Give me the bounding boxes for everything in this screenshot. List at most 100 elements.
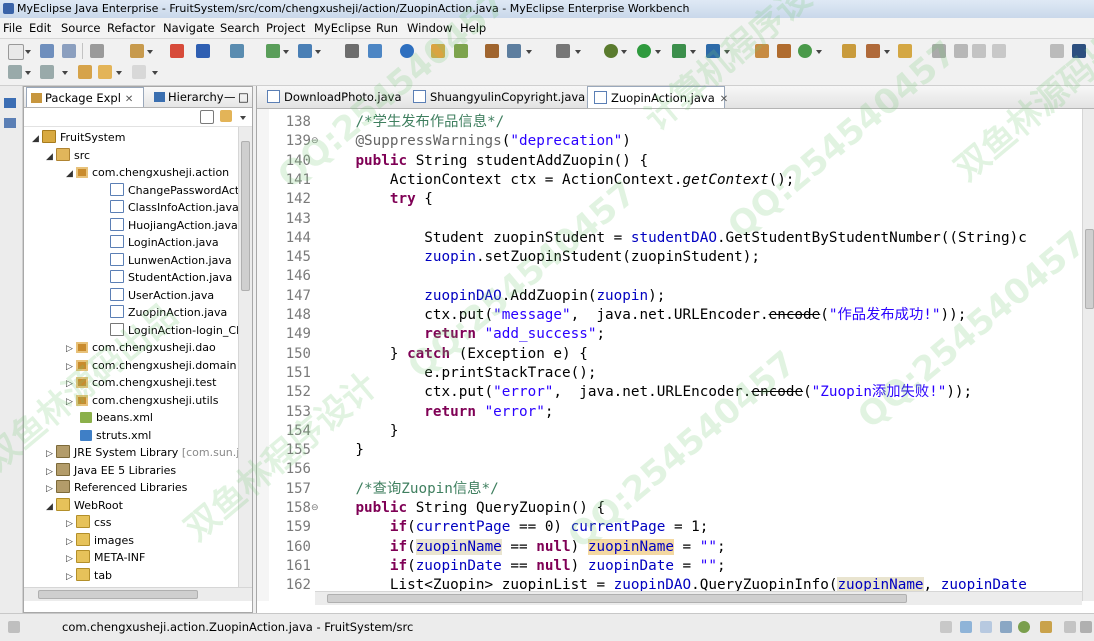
new-package-icon[interactable] bbox=[777, 44, 791, 58]
block-select-icon[interactable] bbox=[972, 44, 986, 58]
expand-arrow-icon[interactable]: ▷ bbox=[66, 376, 74, 393]
tree-item[interactable]: LoginAction-login_Check bbox=[110, 322, 238, 339]
database-icon[interactable] bbox=[368, 44, 382, 58]
save-icon[interactable] bbox=[40, 44, 54, 58]
menu-help[interactable]: Help bbox=[460, 21, 486, 35]
tree-item[interactable]: HuojiangAction.java bbox=[110, 217, 238, 234]
maximize-view-button[interactable]: □ bbox=[238, 87, 250, 107]
forward-dropdown-icon[interactable] bbox=[152, 71, 158, 75]
prev-annotation-icon[interactable] bbox=[40, 65, 54, 79]
code-line[interactable]: if(zuopinDate == null) zuopinDate = ""; bbox=[321, 557, 726, 576]
code-line[interactable]: } catch (Exception e) { bbox=[321, 345, 588, 364]
tree-item[interactable]: LoginAction.java bbox=[110, 234, 219, 251]
web-project-icon[interactable] bbox=[170, 44, 184, 58]
menu-source[interactable]: Source bbox=[61, 21, 101, 35]
next-annotation-icon[interactable] bbox=[8, 65, 22, 79]
tree-scroll-thumb[interactable] bbox=[241, 141, 250, 291]
save-all-icon[interactable] bbox=[62, 44, 76, 58]
new-dropdown-2-icon[interactable] bbox=[816, 50, 822, 54]
menu-run[interactable]: Run bbox=[376, 21, 398, 35]
tree-item[interactable]: StudentAction.java bbox=[110, 269, 232, 286]
tree-item[interactable]: ▷ Java EE 5 Libraries bbox=[46, 462, 176, 479]
tab-hierarchy[interactable]: Hierarchy bbox=[150, 87, 224, 107]
prev-annotation-dropdown-icon[interactable] bbox=[62, 71, 68, 75]
expand-arrow-icon[interactable]: ▷ bbox=[66, 516, 74, 533]
open-resource-icon[interactable] bbox=[898, 44, 912, 58]
debug-dropdown-icon[interactable] bbox=[621, 50, 627, 54]
menu-project[interactable]: Project bbox=[266, 21, 305, 35]
code-line[interactable]: Student zuopinStudent = studentDAO.GetSt… bbox=[321, 229, 1027, 248]
refresh-icon[interactable] bbox=[454, 44, 468, 58]
open-folder-icon[interactable] bbox=[431, 44, 445, 58]
settings-icon[interactable] bbox=[507, 44, 521, 58]
tree-hscroll-thumb[interactable] bbox=[38, 590, 198, 599]
new-interface-icon[interactable] bbox=[798, 44, 812, 58]
expand-arrow-icon[interactable]: ▷ bbox=[66, 341, 74, 358]
editor-scroll-thumb[interactable] bbox=[1085, 229, 1094, 309]
tree-item[interactable]: ▷ tab bbox=[66, 567, 112, 583]
new-dropdown-icon[interactable] bbox=[25, 50, 31, 54]
status-icon-1[interactable] bbox=[940, 621, 952, 633]
server-icon[interactable] bbox=[196, 44, 210, 58]
deploy-icon[interactable] bbox=[345, 44, 359, 58]
view-menu-icon[interactable] bbox=[240, 116, 246, 120]
expand-arrow-icon[interactable]: ▷ bbox=[46, 481, 54, 498]
fast-view-icon[interactable] bbox=[8, 621, 20, 633]
status-icon-7[interactable] bbox=[1064, 621, 1076, 633]
last-edit-icon[interactable] bbox=[78, 65, 92, 79]
tree-item[interactable]: ▷ Referenced Libraries bbox=[46, 479, 187, 496]
search-tool-dropdown-icon[interactable] bbox=[884, 50, 890, 54]
fold-collapse-icon[interactable]: ⊖ bbox=[311, 499, 319, 518]
tree-item[interactable]: ◢ FruitSystem bbox=[32, 129, 125, 146]
status-icon-2[interactable] bbox=[960, 621, 972, 633]
tree-item[interactable]: ChangePasswordAction.j bbox=[110, 182, 238, 199]
external-tools-dropdown-icon[interactable] bbox=[724, 50, 730, 54]
back-icon[interactable] bbox=[98, 65, 112, 79]
run-dropdown-icon[interactable] bbox=[655, 50, 661, 54]
tree-item[interactable]: ▷ com.chengxusheji.utils bbox=[66, 392, 218, 409]
tree-item[interactable]: ▷ META-INF bbox=[66, 549, 145, 566]
pin-icon[interactable] bbox=[932, 44, 946, 58]
coverage-icon[interactable] bbox=[672, 44, 686, 58]
editor-hscroll-thumb[interactable] bbox=[327, 594, 907, 603]
coverage-dropdown-icon[interactable] bbox=[690, 50, 696, 54]
tab-shuangyulincopyright[interactable]: ShuangyulinCopyright.java bbox=[407, 86, 585, 108]
code-line[interactable]: return "add_success"; bbox=[321, 325, 605, 344]
code-line[interactable]: ctx.put("error", java.net.URLEncoder.enc… bbox=[321, 383, 972, 402]
open-type-dropdown-icon[interactable] bbox=[147, 50, 153, 54]
tree-item[interactable]: beans.xml bbox=[80, 409, 153, 426]
toggle-mark-icon[interactable] bbox=[954, 44, 968, 58]
code-line[interactable]: /*学生发布作品信息*/ bbox=[321, 113, 504, 132]
external-tools-icon[interactable] bbox=[706, 44, 720, 58]
fold-collapse-icon[interactable]: ⊖ bbox=[311, 132, 319, 151]
menu-edit[interactable]: Edit bbox=[29, 21, 51, 35]
tools-icon[interactable] bbox=[485, 44, 499, 58]
status-icon-6[interactable] bbox=[1040, 621, 1052, 633]
browser-dropdown-icon[interactable] bbox=[315, 50, 321, 54]
tree-horizontal-scrollbar[interactable] bbox=[24, 587, 252, 601]
globe-icon[interactable] bbox=[400, 44, 414, 58]
new-icon[interactable] bbox=[8, 44, 24, 60]
status-icon-3[interactable] bbox=[980, 621, 992, 633]
tree-item[interactable]: LunwenAction.java bbox=[110, 252, 232, 269]
menu-file[interactable]: File bbox=[3, 21, 22, 35]
collapse-arrow-icon[interactable]: ◢ bbox=[66, 166, 74, 183]
restore-view-icon[interactable] bbox=[4, 98, 16, 108]
tree-item[interactable]: ClassInfoAction.java bbox=[110, 199, 238, 216]
menu-myeclipse[interactable]: MyEclipse bbox=[314, 21, 371, 35]
code-line[interactable]: zuopin.setZuopinStudent(zuopinStudent); bbox=[321, 248, 760, 267]
expand-arrow-icon[interactable]: ▷ bbox=[66, 359, 74, 376]
tree-item[interactable]: ▷ com.chengxusheji.dao bbox=[66, 339, 216, 356]
tree-item[interactable]: ▷ JRE System Library [com.sun.ja bbox=[46, 444, 238, 461]
debug-icon[interactable] bbox=[604, 44, 618, 58]
tree-item[interactable]: ZuopinAction.java bbox=[110, 304, 227, 321]
close-icon[interactable]: ✕ bbox=[720, 94, 728, 105]
tree-item[interactable]: ◢ src bbox=[46, 147, 90, 164]
code-line[interactable]: return "error"; bbox=[321, 403, 553, 422]
print-icon[interactable] bbox=[90, 44, 104, 58]
open-type-icon[interactable] bbox=[130, 44, 144, 58]
tab-package-explorer[interactable]: Package Expl ✕ bbox=[26, 87, 144, 107]
status-icon-8[interactable] bbox=[1080, 621, 1092, 633]
code-line[interactable]: try { bbox=[321, 190, 433, 209]
terminal-icon[interactable] bbox=[556, 44, 570, 58]
